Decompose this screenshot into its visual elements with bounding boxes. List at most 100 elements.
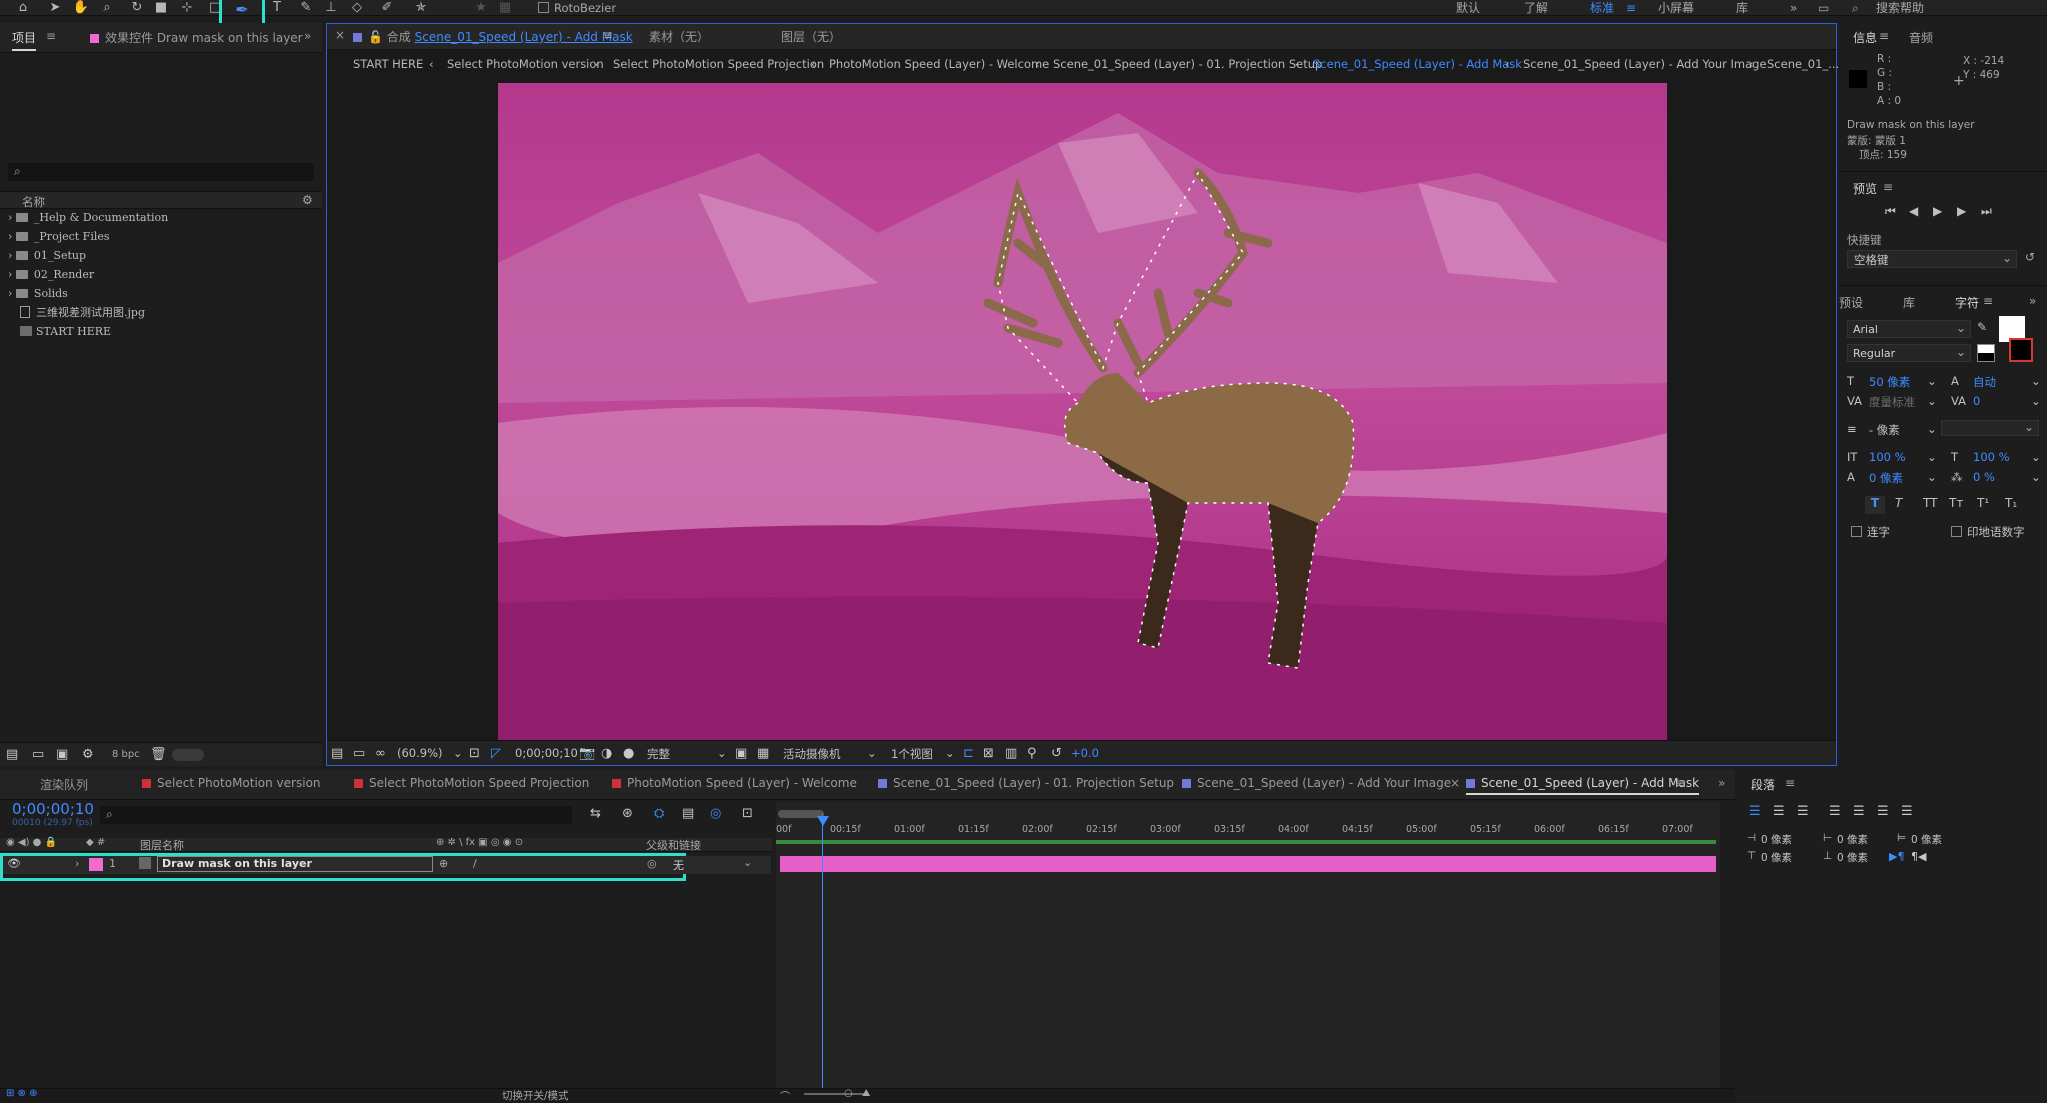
hindi-digits-checkbox[interactable]: [1951, 526, 1962, 537]
character-menu-icon[interactable]: ≡: [1983, 294, 1993, 308]
last-frame-icon[interactable]: ⏭: [1981, 204, 1992, 219]
project-search-input[interactable]: ⌕: [8, 163, 314, 181]
tab-render-queue[interactable]: 渲染队列: [40, 776, 88, 793]
chevron-down-icon[interactable]: ⌄: [1927, 394, 1937, 408]
mask-visibility-icon[interactable]: ◸: [491, 746, 501, 761]
tab-footage[interactable]: 素材（无）: [649, 28, 709, 45]
comp-menu-icon[interactable]: ≡: [603, 28, 613, 42]
prev-frame-icon[interactable]: ◀: [1909, 204, 1918, 218]
chevron-down-icon[interactable]: ⌄: [453, 746, 463, 760]
space-after-value[interactable]: 0 像素: [1837, 850, 1868, 865]
comp-mini-flowchart-icon[interactable]: ⇆: [590, 806, 601, 821]
justify-right-icon[interactable]: ☰: [1877, 804, 1889, 819]
timeline-tab[interactable]: Scene_01_Speed (Layer) - Add Your Image: [1182, 776, 1451, 790]
expand-arrow-icon[interactable]: ›: [75, 857, 79, 870]
chevron-down-icon[interactable]: ⌄: [1927, 470, 1937, 484]
subscript-icon[interactable]: T₁: [2005, 496, 2017, 510]
brush-tool-icon[interactable]: ✎: [295, 0, 317, 16]
panel-overflow-icon[interactable]: »: [304, 29, 311, 43]
collapse-switch-icon[interactable]: ⊕: [439, 857, 448, 870]
workspace-learn[interactable]: 了解: [1524, 0, 1548, 16]
play-icon[interactable]: ▶: [1933, 204, 1942, 218]
expand-arrow-icon[interactable]: ›: [8, 249, 12, 262]
transparency-grid-icon[interactable]: ▦: [757, 746, 769, 761]
composition-frame[interactable]: [498, 83, 1667, 740]
selection-tool-icon[interactable]: ➤: [44, 0, 66, 16]
home-icon[interactable]: ⌂: [12, 0, 34, 16]
ligature-checkbox[interactable]: [1851, 526, 1862, 537]
breadcrumb[interactable]: Select PhotoMotion Speed Projection: [613, 53, 824, 75]
visibility-eye-icon[interactable]: 👁: [7, 857, 21, 870]
timeline-search-input[interactable]: ⌕: [100, 806, 572, 824]
vr-icon[interactable]: ∞: [375, 746, 386, 761]
rtl-direction-icon[interactable]: ¶◀: [1911, 850, 1926, 863]
breadcrumb[interactable]: START HERE: [353, 53, 423, 75]
tab-layer[interactable]: 图层（无）: [781, 28, 841, 45]
graph-editor-icon[interactable]: ⊡: [742, 806, 753, 821]
resolution-dropdown[interactable]: 完整: [647, 746, 670, 762]
loop-icon[interactable]: ↺: [2025, 250, 2035, 264]
workspace-libraries[interactable]: 库: [1736, 0, 1748, 16]
font-style-dropdown[interactable]: Regular ⌄: [1847, 344, 1971, 362]
tab-presets[interactable]: 预设: [1839, 294, 1863, 311]
clone-stamp-tool-icon[interactable]: ⊥: [320, 0, 342, 16]
motion-blur-icon[interactable]: ◎: [710, 806, 721, 821]
next-frame-icon[interactable]: ▶: [1957, 204, 1966, 218]
close-tab-icon[interactable]: ×: [335, 28, 345, 42]
justify-left-icon[interactable]: ☰: [1829, 804, 1841, 819]
preview-menu-icon[interactable]: ≡: [1883, 180, 1893, 194]
chevron-down-icon[interactable]: ⌄: [2031, 374, 2041, 388]
monitor-icon[interactable]: ▭: [353, 746, 365, 761]
exposure-value[interactable]: +0.0: [1071, 746, 1099, 760]
list-item[interactable]: › Solids: [8, 284, 68, 303]
tab-audio[interactable]: 音频: [1909, 29, 1933, 46]
list-item[interactable]: START HERE: [20, 322, 111, 341]
stroke-color-swatch[interactable]: [2009, 338, 2033, 362]
reset-exposure-icon[interactable]: ↺: [1051, 746, 1062, 761]
baseline-shift-value[interactable]: 0 像素: [1869, 470, 1903, 486]
chevron-down-icon[interactable]: ⌄: [945, 746, 955, 760]
indent-right-value[interactable]: 0 像素: [1837, 832, 1868, 847]
project-menu-icon[interactable]: ≡: [46, 29, 56, 43]
list-item[interactable]: › 02_Render: [8, 265, 94, 284]
breadcrumb[interactable]: Scene_01_Speed (Layer) - 01. Projection …: [1053, 53, 1322, 75]
tab-info[interactable]: 信息: [1853, 29, 1877, 46]
ltr-direction-icon[interactable]: ▶¶: [1889, 850, 1904, 863]
expand-arrow-icon[interactable]: ›: [8, 268, 12, 281]
shy-icon[interactable]: ⛭: [654, 806, 664, 821]
timeline-tab[interactable]: Select PhotoMotion version: [142, 776, 321, 790]
zoom-slider-handle[interactable]: ○: [844, 1088, 853, 1099]
timeline-tab-active[interactable]: Scene_01_Speed (Layer) - Add Mask: [1466, 776, 1700, 795]
expand-arrow-icon[interactable]: ›: [8, 211, 12, 224]
type-tool-icon[interactable]: T: [266, 0, 288, 16]
draft-3d-icon[interactable]: ⊛: [622, 806, 633, 821]
swap-colors-icon[interactable]: [1977, 344, 1995, 362]
chevron-down-icon[interactable]: ⌄: [1927, 450, 1937, 464]
paragraph-title[interactable]: 段落: [1751, 776, 1775, 793]
search-help-input[interactable]: 搜索帮助: [1876, 0, 1924, 16]
eraser-tool-icon[interactable]: ◇: [346, 0, 368, 16]
layer-name[interactable]: Draw mask on this layer: [157, 856, 433, 872]
chevron-down-icon[interactable]: ⌄: [717, 746, 727, 760]
chevron-down-icon[interactable]: ⌄: [2031, 394, 2041, 408]
tab-effects-controls[interactable]: 效果控件 Draw mask on this layer: [90, 29, 303, 46]
tracking-value[interactable]: 0: [1973, 394, 1980, 408]
breadcrumb-active[interactable]: Scene_01_Speed (Layer) - Add Mask: [1313, 53, 1522, 75]
zoom-in-icon[interactable]: ⛰: [862, 1088, 870, 1099]
zoom-tool-icon[interactable]: ⌕: [96, 0, 118, 16]
timeline-tab[interactable]: Select PhotoMotion Speed Projection: [354, 776, 589, 790]
horizontal-scale-value[interactable]: 100 %: [1973, 450, 2010, 464]
camera-tool-icon[interactable]: ■: [150, 0, 172, 16]
trash-icon[interactable]: 🗑: [150, 747, 167, 762]
channel-icon[interactable]: ●: [623, 746, 634, 761]
playhead[interactable]: [822, 814, 823, 1102]
star-icon[interactable]: ★: [470, 0, 492, 16]
list-item[interactable]: › _Help & Documentation: [8, 208, 168, 227]
stroke-type-dropdown[interactable]: ⌄: [1941, 420, 2039, 436]
camera-dropdown[interactable]: 活动摄像机: [783, 746, 841, 762]
font-size-value[interactable]: 50 像素: [1869, 374, 1910, 390]
close-tab-icon[interactable]: ×: [1450, 776, 1460, 790]
interpret-footage-icon[interactable]: ▤: [6, 747, 18, 762]
workspace-standard[interactable]: 标准: [1590, 0, 1614, 16]
indent-left-value[interactable]: 0 像素: [1761, 832, 1792, 847]
